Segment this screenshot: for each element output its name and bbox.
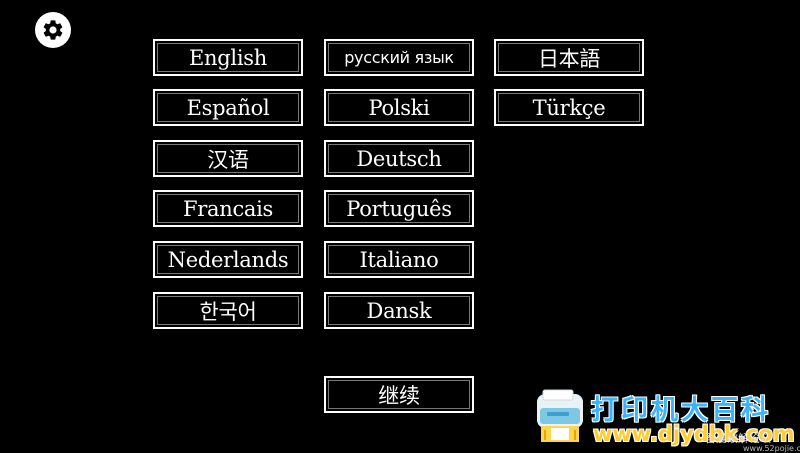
- language-label: Español: [186, 95, 270, 120]
- gear-icon: [43, 20, 63, 40]
- language-button-korean[interactable]: 한국어: [153, 292, 303, 329]
- language-button-italian[interactable]: Italiano: [324, 241, 474, 278]
- language-button-japanese[interactable]: 日本語: [494, 39, 644, 76]
- continue-button[interactable]: 继续: [324, 376, 474, 413]
- language-label: English: [189, 45, 267, 70]
- language-label: Português: [346, 196, 452, 221]
- language-label: Nederlands: [167, 247, 289, 272]
- language-button-chinese[interactable]: 汉语: [153, 140, 303, 177]
- watermark-forum-domain: www.52pojie.cn: [743, 444, 800, 453]
- language-button-portuguese[interactable]: Português: [324, 190, 474, 227]
- language-label: Türkçe: [532, 95, 606, 120]
- language-button-german[interactable]: Deutsch: [324, 140, 474, 177]
- language-button-turkish[interactable]: Türkçe: [494, 89, 644, 126]
- settings-button[interactable]: [35, 12, 71, 48]
- language-label: Polski: [368, 95, 430, 120]
- language-button-russian[interactable]: русский язык: [324, 39, 474, 76]
- language-button-french[interactable]: Francais: [153, 190, 303, 227]
- printer-icon: [537, 389, 583, 442]
- language-button-danish[interactable]: Dansk: [324, 292, 474, 329]
- language-label: Francais: [182, 196, 274, 221]
- language-label: Deutsch: [356, 146, 442, 171]
- language-label: Dansk: [366, 298, 432, 323]
- language-button-polish[interactable]: Polski: [324, 89, 474, 126]
- language-label: русский язык: [344, 48, 454, 67]
- language-button-english[interactable]: English: [153, 39, 303, 76]
- language-label: Italiano: [359, 247, 439, 272]
- language-select-screen: English русский язык 日本語 Español Polski …: [0, 0, 800, 453]
- language-label: 汉语: [207, 147, 249, 172]
- language-button-spanish[interactable]: Español: [153, 89, 303, 126]
- language-label: 日本語: [537, 46, 601, 71]
- language-button-dutch[interactable]: Nederlands: [153, 241, 303, 278]
- language-label: 한국어: [199, 299, 257, 324]
- watermark: 打印机大百科 www.djydbk.com 吾爱破解论坛 www.52pojie…: [527, 386, 800, 453]
- continue-label: 继续: [378, 383, 420, 408]
